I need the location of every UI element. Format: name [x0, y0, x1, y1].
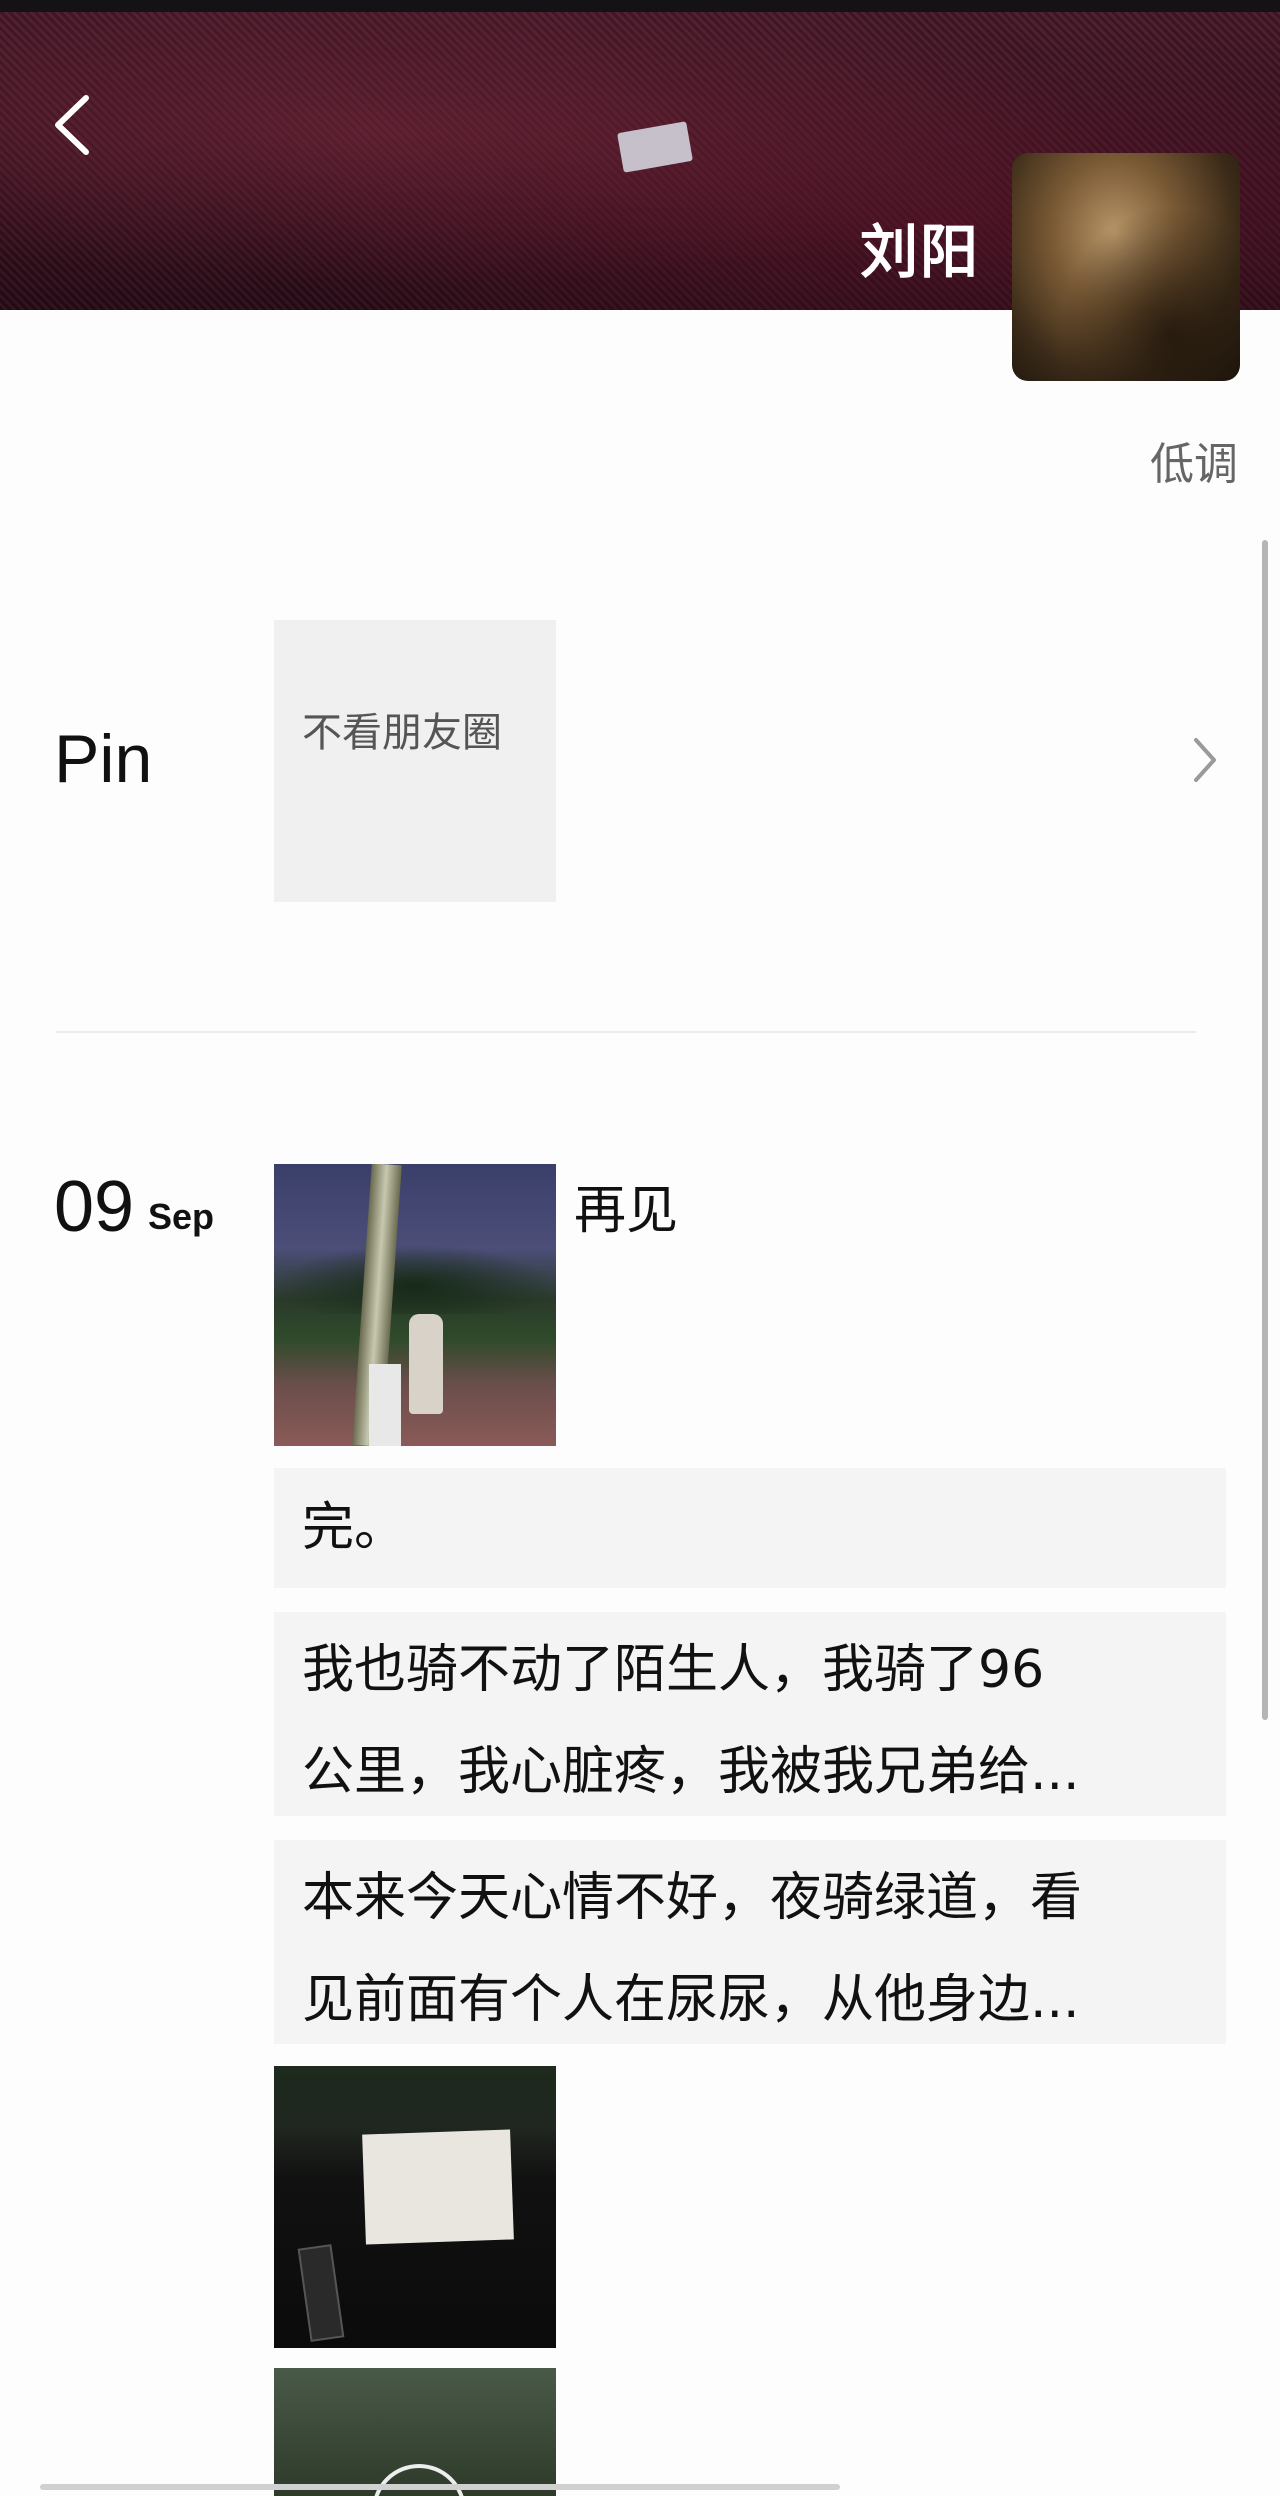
photo-person	[409, 1314, 443, 1414]
post-video[interactable]	[274, 2368, 556, 2496]
horizontal-scroll-indicator	[40, 2484, 840, 2490]
chevron-right-icon[interactable]	[1190, 734, 1220, 786]
profile-signature: 低调	[1150, 439, 1238, 490]
text-post[interactable]: 本来今天心情不好，夜骑绿道，看 见前面有个人在尿尿，从他身边...	[274, 1840, 1226, 2044]
back-button[interactable]	[48, 90, 98, 160]
text-post[interactable]: 完。	[274, 1468, 1226, 1588]
post-text-line: 完。	[302, 1498, 407, 1558]
pin-card[interactable]: 不看朋友圈	[274, 620, 556, 902]
date-day: 09	[54, 1167, 135, 1247]
photo-caption[interactable]: 再见	[574, 1168, 678, 1243]
post-photo-tree[interactable]	[274, 1164, 556, 1446]
photo-tree-base	[369, 1364, 401, 1446]
post-photo-note[interactable]	[274, 2066, 556, 2348]
status-bar	[0, 0, 1280, 12]
play-icon[interactable]	[372, 2464, 466, 2496]
section-divider	[56, 1031, 1196, 1033]
post-text-line: 我也骑不动了陌生人，我骑了96	[302, 1640, 1045, 1700]
post-text-line: 本来今天心情不好，夜骑绿道，看	[302, 1868, 1083, 1928]
post-text-line: 见前面有个人在尿尿，从他身边...	[302, 1970, 1080, 2030]
cover-card-object	[617, 121, 693, 173]
vertical-scrollbar[interactable]	[1262, 540, 1268, 1720]
date-month: Sep	[148, 1196, 215, 1237]
photo-paper-note	[362, 2129, 514, 2245]
post-text-line: 公里，我心脏疼，我被我兄弟给...	[302, 1742, 1080, 1802]
pin-label: Pin	[54, 721, 153, 797]
photo-bag-strap	[297, 2244, 345, 2342]
avatar[interactable]	[1012, 153, 1240, 381]
text-post[interactable]: 我也骑不动了陌生人，我骑了96 公里，我心脏疼，我被我兄弟给...	[274, 1612, 1226, 1816]
profile-name: 刘阳	[859, 218, 980, 286]
photo-foliage	[274, 1244, 556, 1314]
pin-card-text: 不看朋友圈	[302, 710, 502, 756]
chevron-left-icon	[55, 95, 89, 155]
